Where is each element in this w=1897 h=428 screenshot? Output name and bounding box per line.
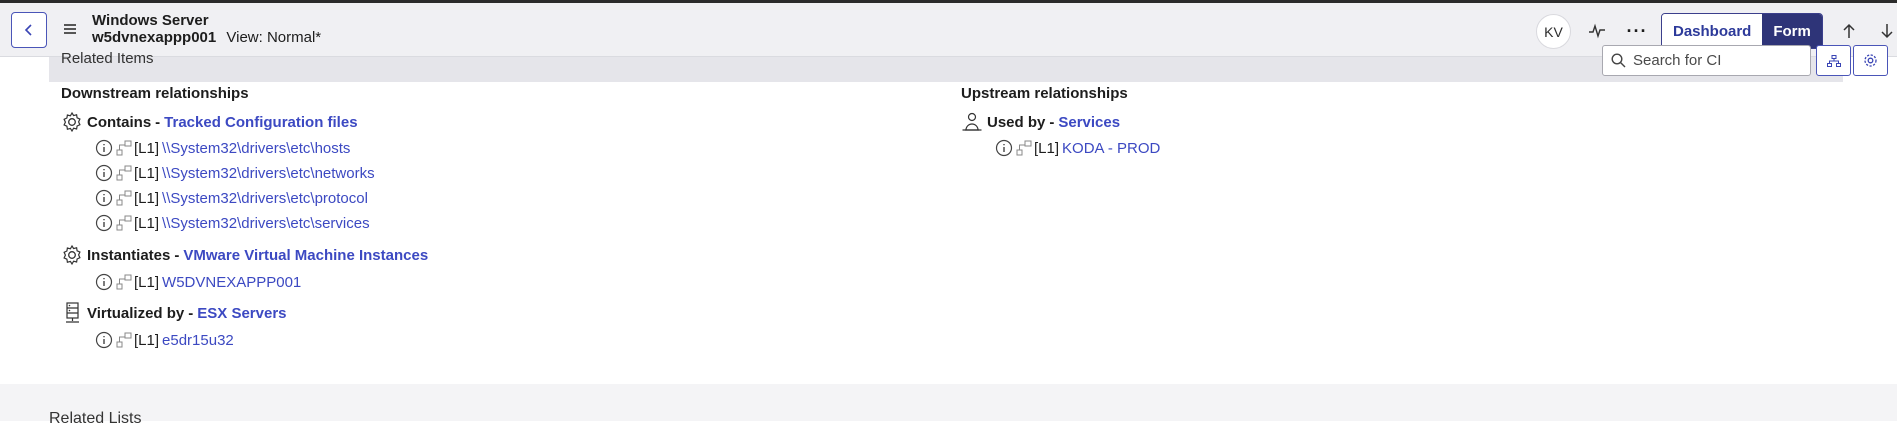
related-items-settings-button[interactable]	[1853, 45, 1888, 76]
avatar[interactable]: KV	[1536, 14, 1571, 49]
more-icon: ···	[1626, 20, 1648, 41]
dashboard-toggle-button[interactable]: Dashboard	[1662, 14, 1763, 48]
relationship-group-contains: Contains - Tracked Configuration files	[61, 111, 358, 133]
dependency-map-icon[interactable]	[1014, 139, 1034, 157]
activity-button[interactable]	[1583, 17, 1611, 45]
list-item: [L1] \\System32\drivers\etc\services	[95, 214, 370, 232]
service-icon	[961, 111, 983, 133]
related-lists-title: Related Lists	[49, 410, 142, 427]
chevron-left-icon	[22, 23, 36, 37]
table-title: Windows Server	[92, 12, 209, 29]
list-item: [L1] W5DVNEXAPPP001	[95, 273, 301, 291]
ci-link[interactable]: \\System32\drivers\etc\protocol	[162, 190, 368, 207]
info-icon[interactable]	[95, 139, 113, 157]
record-title-block: Windows Server w5dvnexappp001 View: Norm…	[92, 12, 321, 46]
record-name: w5dvnexappp001	[92, 29, 217, 46]
info-icon[interactable]	[995, 139, 1013, 157]
list-item: [L1] KODA - PROD	[995, 139, 1160, 157]
ci-link[interactable]: KODA - PROD	[1062, 140, 1160, 157]
info-icon[interactable]	[95, 164, 113, 182]
gear-icon	[1863, 53, 1878, 68]
info-icon[interactable]	[95, 189, 113, 207]
pulse-icon	[1588, 23, 1606, 39]
info-icon[interactable]	[95, 214, 113, 232]
dependency-map-icon[interactable]	[114, 331, 134, 349]
ci-search-input[interactable]	[1633, 52, 1803, 69]
relationship-group-instantiates: Instantiates - VMware Virtual Machine In…	[61, 244, 428, 266]
relation-label: Instantiates	[87, 246, 171, 264]
list-item: [L1] e5dr15u32	[95, 331, 234, 349]
more-options-button[interactable]: ···	[1623, 17, 1651, 45]
list-item: [L1] \\System32\drivers\etc\hosts	[95, 139, 350, 157]
upstream-heading: Upstream relationships	[961, 85, 1128, 102]
dependency-map-icon[interactable]	[114, 273, 134, 291]
form-toggle-button[interactable]: Form	[1762, 14, 1822, 48]
arrow-down-icon	[1880, 23, 1894, 39]
class-link-esx-servers[interactable]: ESX Servers	[197, 305, 286, 322]
view-toggle: Dashboard Form	[1661, 13, 1823, 49]
dependency-view-button[interactable]	[1816, 45, 1851, 76]
server-icon	[61, 302, 83, 324]
arrow-up-icon	[1842, 23, 1856, 39]
related-items-title: Related Items	[61, 50, 154, 67]
related-items-header: Related Items	[49, 45, 1888, 82]
ci-link[interactable]: \\System32\drivers\etc\networks	[162, 165, 375, 182]
search-icon	[1611, 53, 1626, 68]
hierarchy-icon	[1826, 54, 1841, 67]
dependency-map-icon[interactable]	[114, 164, 134, 182]
next-record-button[interactable]	[1876, 18, 1897, 44]
ci-link[interactable]: \\System32\drivers\etc\hosts	[162, 140, 350, 157]
downstream-heading: Downstream relationships	[61, 85, 249, 102]
dependency-map-icon[interactable]	[114, 189, 134, 207]
ci-link[interactable]: \\System32\drivers\etc\services	[162, 215, 370, 232]
ci-search-box	[1602, 45, 1811, 76]
gear-icon	[61, 244, 83, 266]
relation-label: Virtualized by	[87, 304, 185, 322]
list-item: [L1] \\System32\drivers\etc\protocol	[95, 189, 368, 207]
class-link-services[interactable]: Services	[1058, 114, 1120, 131]
ci-link[interactable]: e5dr15u32	[162, 332, 234, 349]
gear-icon	[61, 111, 83, 133]
relationship-group-virtualized-by: Virtualized by - ESX Servers	[61, 302, 287, 324]
dependency-map-icon[interactable]	[114, 139, 134, 157]
relation-label: Used by	[987, 113, 1046, 131]
previous-record-button[interactable]	[1836, 18, 1862, 44]
class-link-vmware-instances[interactable]: VMware Virtual Machine Instances	[183, 247, 428, 264]
hamburger-icon	[63, 23, 77, 35]
record-subtitle: w5dvnexappp001 View: Normal*	[92, 29, 321, 46]
view-label[interactable]: View: Normal*	[226, 29, 321, 46]
relationship-group-used-by: Used by - Services	[961, 111, 1120, 133]
class-link-tracked-config-files[interactable]: Tracked Configuration files	[164, 114, 357, 131]
related-lists-section: Related Lists	[0, 384, 1897, 427]
ci-link[interactable]: W5DVNEXAPPP001	[162, 274, 301, 291]
info-icon[interactable]	[95, 273, 113, 291]
list-item: [L1] \\System32\drivers\etc\networks	[95, 164, 375, 182]
form-menu-button[interactable]	[59, 18, 81, 40]
back-button[interactable]	[11, 12, 47, 48]
info-icon[interactable]	[95, 331, 113, 349]
dependency-map-icon[interactable]	[114, 214, 134, 232]
relation-label: Contains	[87, 113, 152, 131]
